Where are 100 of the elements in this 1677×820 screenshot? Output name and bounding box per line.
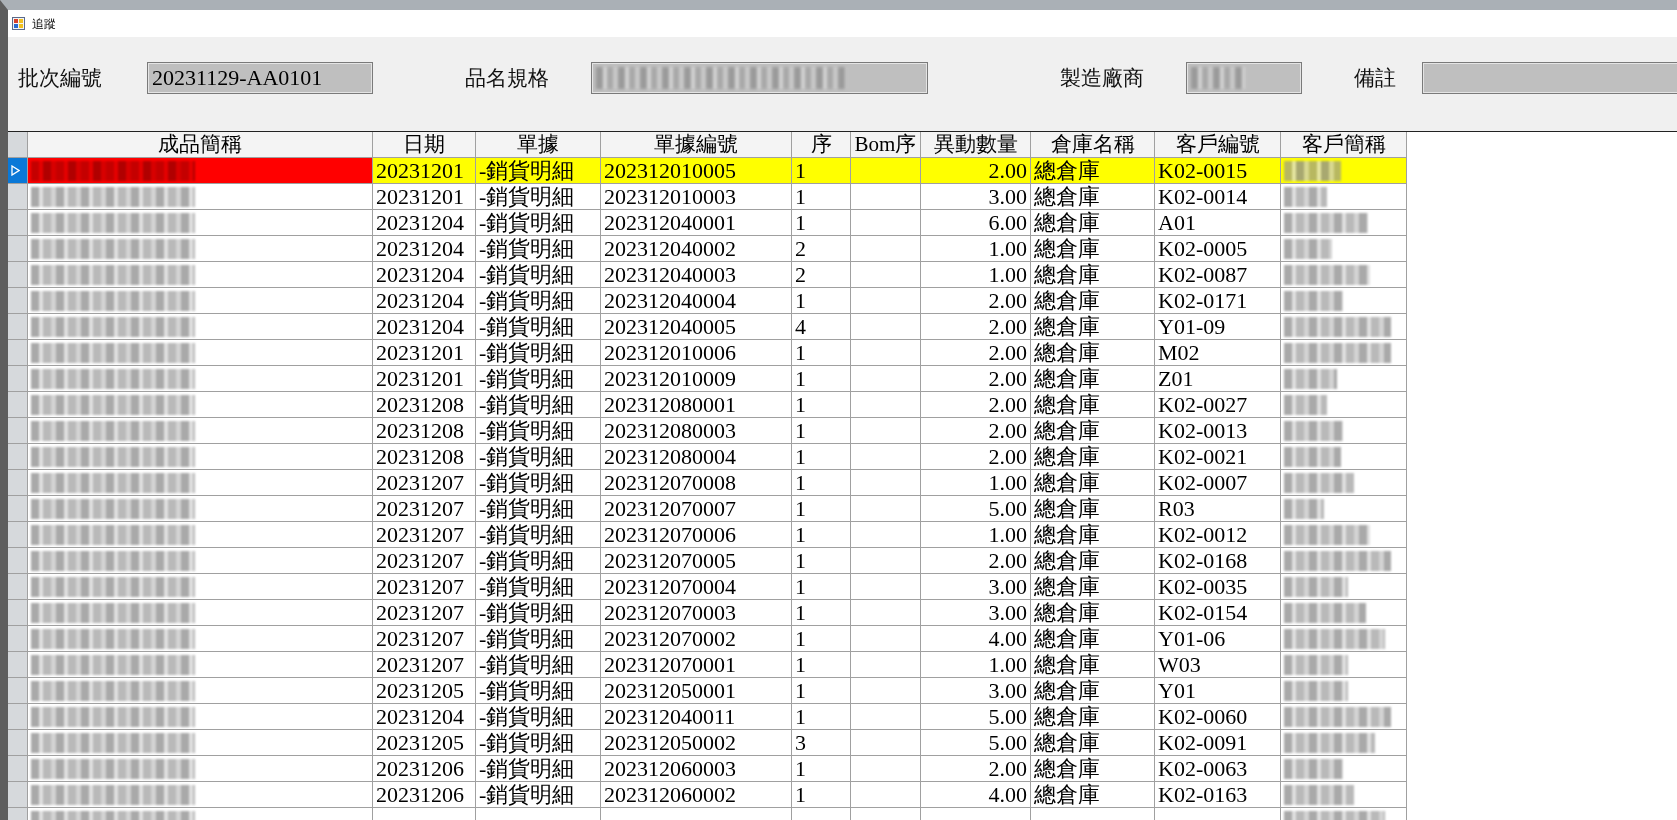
table-cell: -銷貨明細 [476,678,601,704]
table-row[interactable]: 20231207 -銷貨明細 202312070003 1 3.00 總倉庫 K02-0154 [8,600,1407,626]
input-field[interactable] [591,62,928,94]
table-row[interactable]: 20231207 -銷貨明細 202312070006 1 1.00 總倉庫 K02-0012 [8,522,1407,548]
input-field[interactable] [1186,62,1302,94]
table-row[interactable]: 20231208 -銷貨明細 202312080004 1 2.00 總倉庫 K02-0021 [8,444,1407,470]
row-header[interactable] [8,782,28,808]
row-header[interactable] [8,288,28,314]
table-row[interactable]: 20231204 -銷貨明細 202312040001 1 6.00 總倉庫 A01 [8,210,1407,236]
table-cell: 1.00 [921,522,1031,548]
row-header[interactable] [8,522,28,548]
row-header[interactable] [8,600,28,626]
blurred-text [1191,67,1245,89]
column-header[interactable]: 客戶簡稱 [1281,132,1407,158]
table-cell: K02-0087 [1155,262,1281,288]
table-row[interactable]: 20231205 -銷貨明細 202312050002 3 5.00 總倉庫 K02-0091 [8,730,1407,756]
row-header[interactable] [8,366,28,392]
table-row[interactable]: 20231206 -銷貨明細 202312060003 1 2.00 總倉庫 K02-0063 [8,756,1407,782]
table-cell: 6.00 [921,210,1031,236]
column-header[interactable]: 日期 [373,132,476,158]
table-cell: 202312010003 [601,184,792,210]
table-cell: K02-0007 [1155,470,1281,496]
table-row[interactable]: 20231204 -銷貨明細 202312040005 4 2.00 總倉庫 Y01-09 [8,314,1407,340]
row-header[interactable] [8,418,28,444]
table-row[interactable]: 20231201 -銷貨明細 202312010005 1 2.00 總倉庫 K02-0015 [8,158,1407,184]
input-field[interactable] [1422,62,1677,94]
row-header[interactable] [8,756,28,782]
row-header[interactable] [8,626,28,652]
row-header[interactable] [8,314,28,340]
table-cell: 202312080001 [601,392,792,418]
column-header[interactable]: 單據 [476,132,601,158]
table-cell: 2.00 [921,548,1031,574]
table-cell: 20231207 [373,600,476,626]
table-row[interactable]: 20231207 -銷貨明細 202312070005 1 2.00 總倉庫 K02-0168 [8,548,1407,574]
table-row[interactable]: 20231207 -銷貨明細 202312070004 1 3.00 總倉庫 K02-0035 [8,574,1407,600]
column-header[interactable]: 倉庫名稱 [1031,132,1155,158]
table-row[interactable]: 20231204 -銷貨明細 202312040011 1 5.00 總倉庫 K02-0060 [8,704,1407,730]
row-header[interactable] [8,470,28,496]
triangle-icon [11,165,20,176]
column-header[interactable]: 異動數量 [921,132,1031,158]
row-header[interactable] [8,704,28,730]
row-header[interactable] [8,158,28,184]
column-header[interactable]: Bom序 [851,132,921,158]
table-row[interactable]: 20231205 -銷貨明細 202312050001 1 3.00 總倉庫 Y01 [8,678,1407,704]
table-cell: -銷貨明細 [476,548,601,574]
table-row[interactable]: 20231204 -銷貨明細 202312040004 1 2.00 總倉庫 K02-0171 [8,288,1407,314]
row-header[interactable] [8,548,28,574]
table-row[interactable]: 20231208 -銷貨明細 202312080003 1 2.00 總倉庫 K02-0013 [8,418,1407,444]
row-header[interactable] [8,730,28,756]
column-header[interactable]: 成品簡稱 [28,132,373,158]
table-cell: 總倉庫 [1031,418,1155,444]
table-row[interactable]: 20231207 -銷貨明細 202312070001 1 1.00 總倉庫 W03 [8,652,1407,678]
row-header[interactable] [8,184,28,210]
table-row[interactable]: 20231207 -銷貨明細 202312070008 1 1.00 總倉庫 K02-0007 [8,470,1407,496]
table-cell: Z01 [1155,366,1281,392]
row-header[interactable] [8,392,28,418]
app-icon [12,17,25,30]
row-header[interactable] [8,262,28,288]
table-row[interactable]: 20231206 -銷貨明細 202312060002 1 4.00 總倉庫 K02-0163 [8,782,1407,808]
column-header[interactable]: 單據編號 [601,132,792,158]
table-cell: 總倉庫 [1031,574,1155,600]
column-header[interactable]: 客戶編號 [1155,132,1281,158]
table-cell: 總倉庫 [1031,626,1155,652]
table-cell: K02-0060 [1155,704,1281,730]
column-header[interactable]: 序 [792,132,851,158]
row-header[interactable] [8,678,28,704]
table-cell: 3 [792,730,851,756]
table-cell: 1.00 [921,470,1031,496]
blurred-text [1284,394,1327,415]
row-header[interactable] [8,236,28,262]
table-row[interactable]: 20231204 -銷貨明細 202312040002 2 1.00 總倉庫 K02-0005 [8,236,1407,262]
table-cell: -銷貨明細 [476,444,601,470]
table-cell: 202312070004 [601,574,792,600]
input-field[interactable]: 20231129-AA0101 [147,62,373,94]
table-cell: -銷貨明細 [476,782,601,808]
blurred-text [1284,368,1337,389]
row-header[interactable] [8,444,28,470]
blurred-text [1284,420,1343,441]
table-row[interactable]: 20231208 -銷貨明細 202312080001 1 2.00 總倉庫 K02-0027 [8,392,1407,418]
table-cell: W03 [1155,652,1281,678]
row-header[interactable] [8,574,28,600]
table-cell: 總倉庫 [1031,548,1155,574]
table-row[interactable]: 20231207 -銷貨明細 202312070007 1 5.00 總倉庫 R03 [8,496,1407,522]
table-cell: K02-0013 [1155,418,1281,444]
table-row[interactable]: 20231201 -銷貨明細 202312010006 1 2.00 總倉庫 M02 [8,340,1407,366]
table-row[interactable]: 20231204 -銷貨明細 202312040003 2 1.00 總倉庫 K02-0087 [8,262,1407,288]
table-row[interactable]: 20231201 -銷貨明細 202312010009 1 2.00 總倉庫 Z01 [8,366,1407,392]
table-cell: A01 [1155,210,1281,236]
header-corner[interactable] [8,132,28,158]
table-cell: 1 [792,470,851,496]
table-row[interactable]: 20231207 -銷貨明細 202312070002 1 4.00 總倉庫 Y01-06 [8,626,1407,652]
table-cell: 總倉庫 [1031,496,1155,522]
row-header[interactable] [8,652,28,678]
table-cell: 1.00 [921,262,1031,288]
table-row[interactable]: 20231201 -銷貨明細 202312010003 1 3.00 總倉庫 K02-0014 [8,184,1407,210]
row-header[interactable] [8,210,28,236]
row-header[interactable] [8,340,28,366]
row-header[interactable] [8,496,28,522]
table-cell: 202312070006 [601,522,792,548]
table-cell: 20231201 [373,340,476,366]
